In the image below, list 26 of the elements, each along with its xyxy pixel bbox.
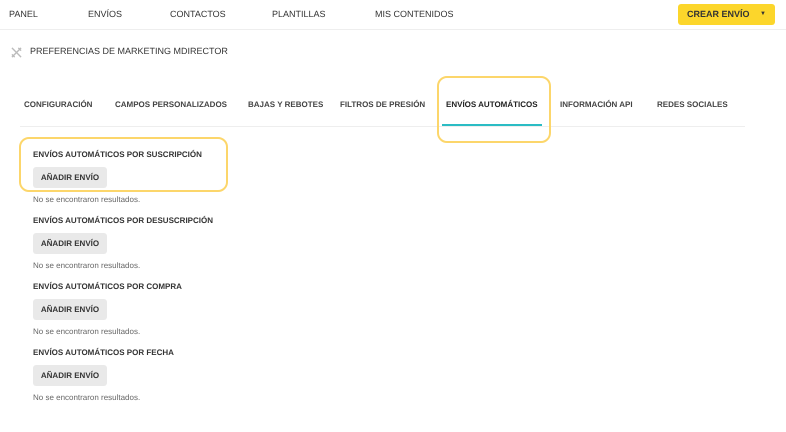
settings-tab[interactable]: CAMPOS PERSONALIZADOS: [111, 94, 232, 126]
settings-tab[interactable]: FILTROS DE PRESIÓN: [336, 94, 430, 126]
settings-tab[interactable]: ENVÍOS AUTOMÁTICOS: [442, 94, 542, 126]
nav-link[interactable]: PANEL: [9, 8, 88, 22]
section-title: ENVÍOS AUTOMÁTICOS POR FECHA: [33, 347, 174, 359]
nav-link[interactable]: MIS CONTENIDOS: [375, 8, 495, 22]
settings-tab[interactable]: CONFIGURACIÓN: [20, 94, 96, 126]
settings-tab[interactable]: BAJAS Y REBOTES: [244, 94, 328, 126]
add-send-button[interactable]: AÑADIR ENVÍO: [33, 365, 107, 386]
add-send-button[interactable]: AÑADIR ENVÍO: [33, 299, 107, 320]
empty-message: No se encontraron resultados.: [33, 260, 140, 272]
section-title: ENVÍOS AUTOMÁTICOS POR SUSCRIPCIÓN: [33, 149, 202, 161]
nav-link[interactable]: ENVÍOS: [88, 8, 170, 22]
section-title: ENVÍOS AUTOMÁTICOS POR COMPRA: [33, 281, 182, 293]
empty-message: No se encontraron resultados.: [33, 392, 140, 404]
settings-tab[interactable]: REDES SOCIALES: [653, 94, 732, 126]
add-send-button[interactable]: AÑADIR ENVÍO: [33, 167, 107, 188]
nav-link[interactable]: CONTACTOS: [170, 8, 272, 22]
settings-tab[interactable]: INFORMACIÓN API: [556, 94, 637, 126]
nav-link[interactable]: PLANTILLAS: [272, 8, 375, 22]
empty-message: No se encontraron resultados.: [33, 326, 140, 338]
page-title: PREFERENCIAS DE MARKETING MDIRECTOR: [30, 45, 228, 58]
empty-message: No se encontraron resultados.: [33, 194, 140, 206]
section-title: ENVÍOS AUTOMÁTICOS POR DESUSCRIPCIÓN: [33, 215, 214, 227]
add-send-button[interactable]: AÑADIR ENVÍO: [33, 233, 107, 254]
tools-icon: [11, 46, 22, 58]
